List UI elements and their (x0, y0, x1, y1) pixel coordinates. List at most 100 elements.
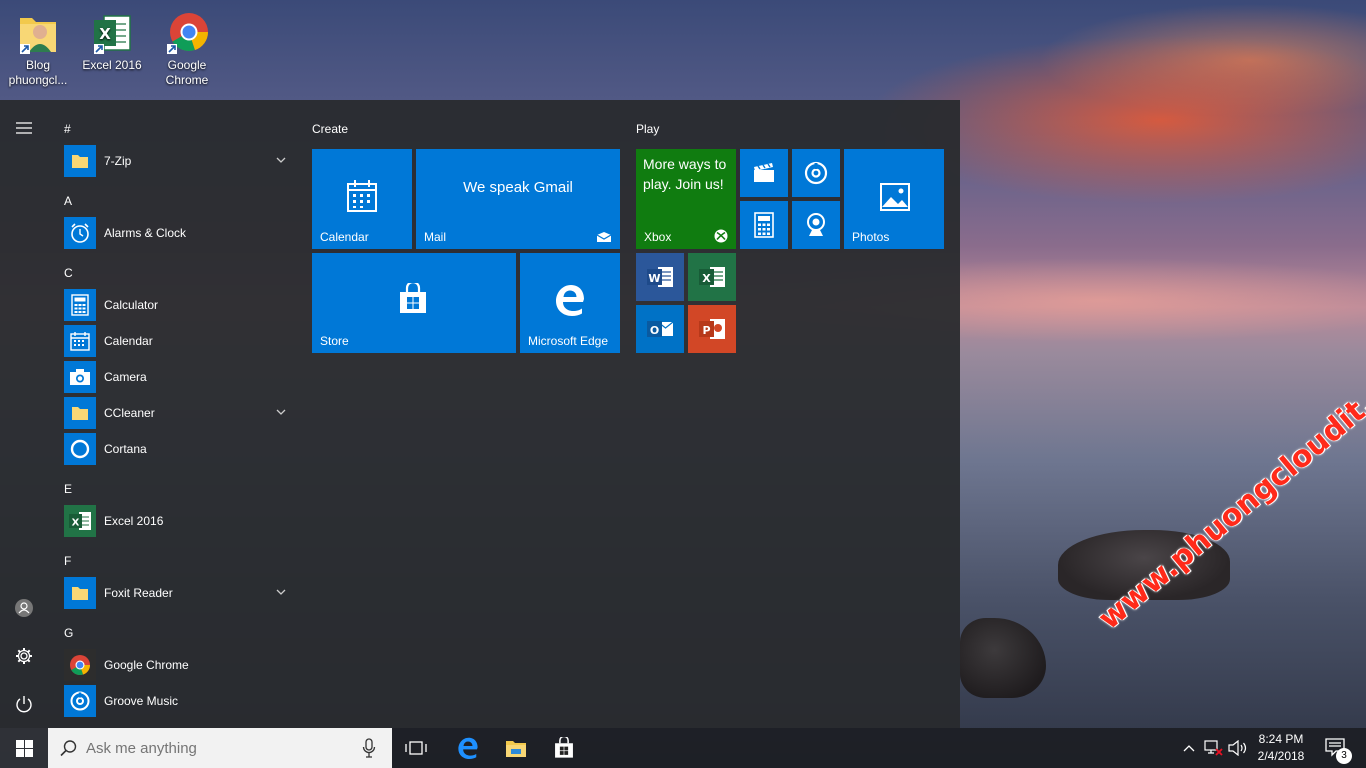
app-name: Camera (104, 370, 147, 384)
power-icon (16, 696, 32, 713)
tile-mail[interactable]: We speak Gmail Mail (416, 149, 620, 249)
app-name: Excel 2016 (104, 514, 164, 528)
network-disconnected-icon (1204, 740, 1223, 756)
tile-xbox[interactable]: More ways to play. Join us! Xbox (636, 149, 736, 249)
section-header-e[interactable]: E (64, 482, 72, 496)
app-item-cortana[interactable]: Cortana (64, 432, 294, 466)
tile-excel[interactable]: X (688, 253, 736, 301)
search-input[interactable] (86, 733, 356, 763)
app-name: Calendar (104, 334, 153, 348)
store-bag-icon (400, 283, 426, 313)
groove-music-icon (64, 685, 96, 717)
svg-text:X: X (702, 272, 711, 285)
desktop-icon-blog[interactable]: Blog phuongcl... (0, 6, 76, 88)
tile-powerpoint[interactable]: P (688, 305, 736, 353)
tile-word[interactable]: W (636, 253, 684, 301)
chevron-down-icon[interactable] (274, 153, 288, 167)
start-menu: # 7-Zip A Alarms & Clock C Calculator Ca… (0, 100, 960, 728)
film-clapper-icon (754, 163, 774, 182)
app-item-calculator[interactable]: Calculator (64, 288, 294, 322)
app-item-excel-2016[interactable]: X Excel 2016 (64, 504, 294, 538)
taskbar: 8:24 PM 2/4/2018 3 (0, 728, 1366, 768)
clock-date: 2/4/2018 (1257, 749, 1305, 763)
app-name: CCleaner (104, 406, 155, 420)
app-name: Foxit Reader (104, 586, 173, 600)
excel-icon: X (64, 505, 96, 537)
desktop-icon-label: Excel 2016 (82, 58, 142, 72)
action-center-button[interactable]: 3 (1316, 728, 1356, 768)
tile-maps-camera[interactable] (792, 201, 840, 249)
power-button[interactable] (0, 680, 48, 728)
tile-group-title-create[interactable]: Create (312, 122, 348, 136)
task-view-button[interactable] (392, 728, 440, 768)
tile-groove-music[interactable] (792, 149, 840, 197)
chevron-down-icon[interactable] (274, 405, 288, 419)
desktop-icon-label: Google Chrome (165, 58, 209, 87)
show-hidden-icons-button[interactable] (1178, 728, 1200, 768)
settings-button[interactable] (0, 632, 48, 680)
user-account-button[interactable] (0, 584, 48, 632)
tile-movies-tv[interactable] (740, 149, 788, 197)
desktop-icon-label: Blog phuongcl... (8, 58, 68, 87)
system-clock[interactable]: 8:24 PM 2/4/2018 (1250, 731, 1312, 765)
app-item-groove-music[interactable]: Groove Music (64, 684, 294, 718)
app-name: Calculator (104, 298, 159, 312)
expand-menu-button[interactable] (0, 104, 48, 152)
chevron-down-icon[interactable] (274, 585, 288, 599)
start-button[interactable] (0, 728, 48, 768)
tile-store[interactable]: Store (312, 253, 516, 353)
taskbar-edge-button[interactable] (444, 728, 492, 768)
tile-label: Store (320, 334, 349, 348)
volume-button[interactable] (1226, 728, 1250, 768)
app-item-7zip[interactable]: 7-Zip (64, 144, 294, 178)
search-icon (60, 740, 77, 757)
svg-text:X: X (72, 518, 80, 529)
excel-icon: X (90, 10, 134, 56)
network-status-button[interactable] (1202, 728, 1226, 768)
store-bag-icon (555, 737, 573, 758)
search-box[interactable] (48, 728, 392, 768)
app-item-camera[interactable]: Camera (64, 360, 294, 394)
section-header-c[interactable]: C (64, 266, 73, 280)
calendar-icon (64, 325, 96, 357)
gear-icon (16, 648, 32, 664)
section-header-g[interactable]: G (64, 626, 73, 640)
hamburger-icon (16, 122, 32, 134)
section-header-f[interactable]: F (64, 554, 71, 568)
app-item-google-chrome[interactable]: Google Chrome (64, 648, 294, 682)
section-header-hash[interactable]: # (64, 122, 71, 136)
tile-outlook[interactable]: O (636, 305, 684, 353)
app-item-foxit-reader[interactable]: Foxit Reader (64, 576, 294, 610)
tile-calendar[interactable]: Calendar (312, 149, 412, 249)
svg-text:W: W (648, 272, 660, 285)
mail-envelope-icon (596, 232, 612, 242)
calculator-icon (754, 212, 774, 238)
task-view-icon (405, 741, 427, 755)
app-list: # 7-Zip A Alarms & Clock C Calculator Ca… (48, 100, 304, 728)
desktop-icon-chrome[interactable]: Google Chrome (149, 6, 225, 88)
notification-count-badge: 3 (1336, 748, 1352, 764)
tile-label: Photos (852, 230, 890, 244)
mail-tile-headline: We speak Gmail (463, 179, 573, 196)
tile-photos[interactable]: Photos (844, 149, 944, 249)
word-icon: W (647, 267, 673, 287)
tile-calculator[interactable] (740, 201, 788, 249)
tile-microsoft-edge[interactable]: Microsoft Edge (520, 253, 620, 353)
taskbar-file-explorer-button[interactable] (492, 728, 540, 768)
svg-text:P: P (702, 324, 710, 337)
user-avatar-icon (15, 599, 33, 617)
microphone-icon[interactable] (362, 738, 376, 758)
cortana-icon (64, 433, 96, 465)
taskbar-store-button[interactable] (540, 728, 588, 768)
folder-icon (64, 577, 96, 609)
app-item-alarms-clock[interactable]: Alarms & Clock (64, 216, 294, 250)
tile-group-title-play[interactable]: Play (636, 122, 659, 136)
app-item-ccleaner[interactable]: CCleaner (64, 396, 294, 430)
windows-logo-icon (15, 739, 33, 757)
desktop-icon-excel[interactable]: X Excel 2016 (74, 6, 150, 73)
svg-text:O: O (650, 324, 659, 337)
app-item-calendar[interactable]: Calendar (64, 324, 294, 358)
folder-icon (64, 397, 96, 429)
tile-label: Calendar (320, 230, 369, 244)
section-header-a[interactable]: A (64, 194, 72, 208)
